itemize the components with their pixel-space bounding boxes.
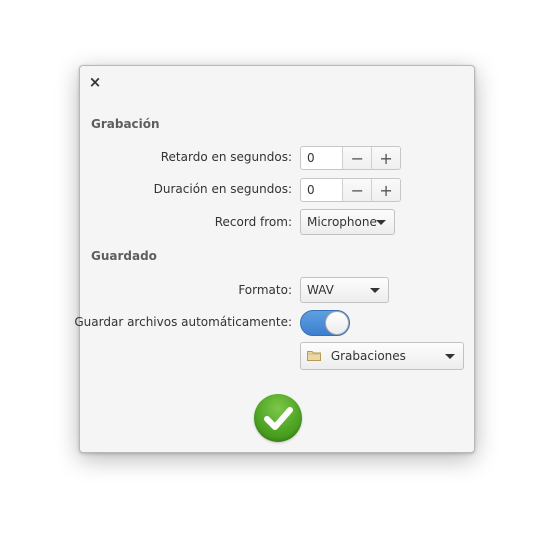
- dropdown-arrow-icon: [370, 288, 380, 293]
- autosave-label: Guardar archivos automáticamente:: [74, 315, 292, 329]
- duration-input[interactable]: 0: [301, 179, 342, 201]
- settings-dialog: × Grabación Retardo en segundos: 0 − + D…: [74, 65, 475, 453]
- delay-spinbutton: 0 − +: [300, 146, 401, 170]
- save-folder-chooser[interactable]: Grabaciones: [300, 342, 464, 370]
- delay-input[interactable]: 0: [301, 147, 342, 169]
- toggle-knob: [325, 311, 349, 335]
- delay-label: Retardo en segundos:: [160, 150, 292, 164]
- checkmark-icon: [264, 407, 293, 430]
- duration-spinbutton: 0 − +: [300, 178, 401, 202]
- format-label: Formato:: [238, 283, 292, 297]
- duration-decrement-button[interactable]: −: [342, 179, 372, 201]
- folder-icon: [307, 344, 321, 361]
- confirm-button[interactable]: [254, 394, 302, 442]
- record-from-value: Microphone: [307, 215, 377, 229]
- autosave-toggle[interactable]: [300, 310, 350, 336]
- record-from-label: Record from:: [214, 215, 292, 229]
- dropdown-arrow-icon: [445, 354, 455, 359]
- delay-increment-button[interactable]: +: [371, 147, 400, 169]
- section-title-recording: Grabación: [91, 117, 160, 131]
- duration-label: Duración en segundos:: [153, 182, 292, 196]
- save-folder-value: Grabaciones: [330, 349, 406, 363]
- format-dropdown[interactable]: WAV: [300, 277, 389, 303]
- format-value: WAV: [307, 283, 334, 297]
- record-from-dropdown[interactable]: Microphone: [300, 209, 395, 235]
- delay-decrement-button[interactable]: −: [342, 147, 372, 169]
- duration-increment-button[interactable]: +: [371, 179, 400, 201]
- dropdown-arrow-icon: [376, 220, 386, 225]
- close-icon[interactable]: ×: [87, 74, 103, 90]
- section-title-saving: Guardado: [91, 249, 157, 263]
